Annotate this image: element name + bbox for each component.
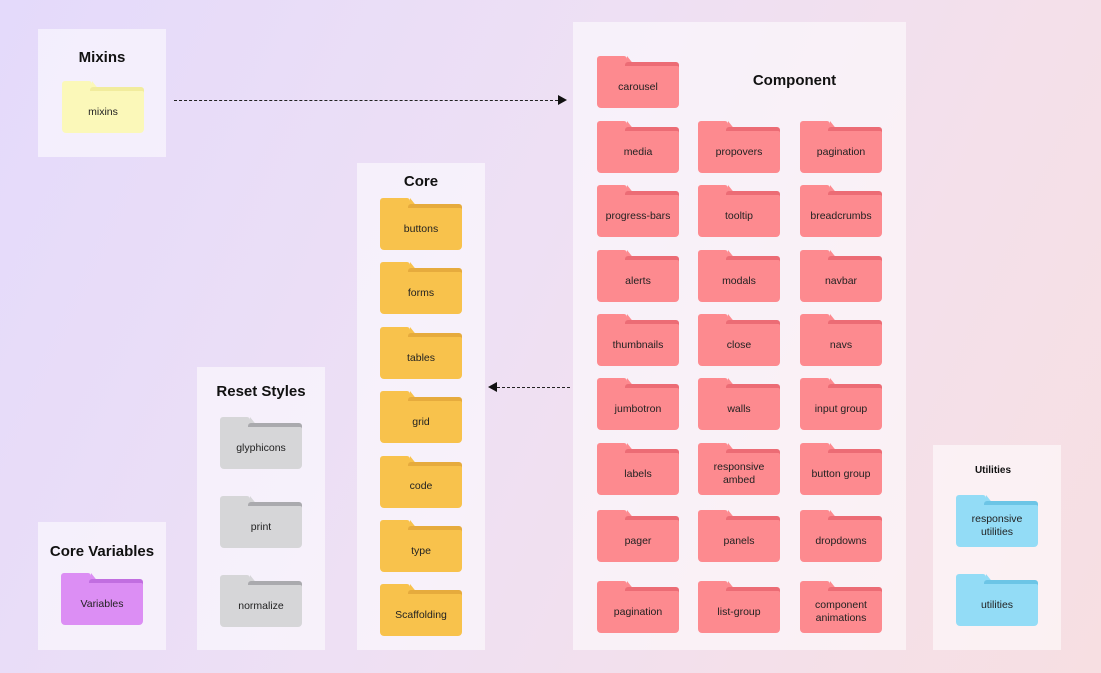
folder-variables[interactable]: Variables — [61, 573, 143, 625]
folder-label: carousel — [597, 66, 679, 108]
folder-navbar[interactable]: navbar — [800, 250, 882, 302]
utilities-panel: Utilities responsive utilities utilities — [933, 445, 1061, 650]
folder-propovers[interactable]: propovers — [698, 121, 780, 173]
folder-progress-bars[interactable]: progress-bars — [597, 185, 679, 237]
arrow-mixins-to-component — [174, 100, 558, 101]
folder-label: progress-bars — [597, 195, 679, 237]
folder-input-group[interactable]: input group — [800, 378, 882, 430]
folder-list-group[interactable]: list-group — [698, 581, 780, 633]
folder-pagination[interactable]: pagination — [800, 121, 882, 173]
folder-dropdowns[interactable]: dropdowns — [800, 510, 882, 562]
folder-label: tables — [380, 336, 462, 379]
folder-responsive-ambed[interactable]: responsive ambed — [698, 443, 780, 495]
folder-label: jumbotron — [597, 388, 679, 430]
folder-label: labels — [597, 453, 679, 495]
folder-label: pagination — [800, 131, 882, 173]
folder-tables[interactable]: tables — [380, 326, 462, 379]
folder-label: walls — [698, 388, 780, 430]
folder-tooltip[interactable]: tooltip — [698, 185, 780, 237]
folder-label: propovers — [698, 131, 780, 173]
folder-label: input group — [800, 388, 882, 430]
core-panel: Core buttons forms tables grid code type Scaff… — [357, 163, 485, 650]
folder-alerts[interactable]: alerts — [597, 250, 679, 302]
folder-navs[interactable]: navs — [800, 314, 882, 366]
folder-label: buttons — [380, 208, 462, 250]
component-panel: Component carousel media propovers paginati… — [573, 22, 906, 650]
folder-type[interactable]: type — [380, 520, 462, 572]
folder-component-animations[interactable]: component animations — [800, 581, 882, 633]
folder-label: dropdowns — [800, 520, 882, 562]
folder-label: panels — [698, 520, 780, 562]
folder-carousel[interactable]: carousel — [597, 56, 679, 108]
folder-label: print — [220, 506, 302, 548]
folder-scaffolding[interactable]: Scaffolding — [380, 584, 462, 637]
folder-label: list-group — [698, 591, 780, 633]
folder-label: close — [698, 324, 780, 366]
folder-walls[interactable]: walls — [698, 378, 780, 430]
folder-label: mixins — [62, 91, 144, 133]
folder-label: responsive utilities — [956, 505, 1038, 547]
folder-label: pagination — [597, 591, 679, 633]
utilities-title: Utilities — [974, 465, 1012, 476]
folder-media[interactable]: media — [597, 121, 679, 173]
folder-labels[interactable]: labels — [597, 443, 679, 495]
folder-label: media — [597, 131, 679, 173]
arrowhead-left-icon — [488, 382, 497, 392]
arrow-component-to-core — [497, 387, 570, 388]
folder-thumbnails[interactable]: thumbnails — [597, 314, 679, 366]
folder-label: tooltip — [698, 195, 780, 237]
folder-utilities[interactable]: utilities — [956, 574, 1038, 626]
folder-label: normalize — [220, 585, 302, 627]
folder-panels[interactable]: panels — [698, 510, 780, 562]
folder-label: Variables — [61, 583, 143, 625]
core-variables-panel: Core Variables Variables — [38, 522, 166, 650]
folder-pager[interactable]: pager — [597, 510, 679, 562]
folder-print[interactable]: print — [220, 496, 302, 548]
folder-mixins[interactable]: mixins — [62, 81, 144, 133]
folder-label: forms — [380, 272, 462, 315]
folder-close[interactable]: close — [698, 314, 780, 366]
folder-normalize[interactable]: normalize — [220, 575, 302, 627]
folder-label: button group — [800, 453, 882, 495]
folder-glyphicons[interactable]: glyphicons — [220, 417, 302, 469]
folder-label: pager — [597, 520, 679, 562]
folder-label: alerts — [597, 260, 679, 302]
folder-pagination[interactable]: pagination — [597, 581, 679, 633]
folder-label: glyphicons — [220, 427, 302, 469]
folder-modals[interactable]: modals — [698, 250, 780, 302]
core-variables-title: Core Variables — [49, 543, 155, 560]
component-title: Component — [752, 72, 837, 89]
folder-label: modals — [698, 260, 780, 302]
folder-code[interactable]: code — [380, 455, 462, 508]
folder-breadcrumbs[interactable]: breadcrumbs — [800, 185, 882, 237]
folder-label: responsive ambed — [698, 453, 780, 495]
reset-styles-title: Reset Styles — [216, 383, 306, 400]
folder-responsive-utilities[interactable]: responsive utilities — [956, 495, 1038, 547]
reset-styles-panel: Reset Styles glyphicons print normalize — [197, 367, 325, 650]
core-title: Core — [403, 173, 439, 190]
mixins-panel: Mixins mixins — [38, 29, 166, 157]
folder-label: thumbnails — [597, 324, 679, 366]
folder-jumbotron[interactable]: jumbotron — [597, 378, 679, 430]
folder-label: code — [380, 465, 462, 508]
folder-grid[interactable]: grid — [380, 391, 462, 444]
folder-label: navs — [800, 324, 882, 366]
arrowhead-right-icon — [558, 95, 567, 105]
folder-buttons[interactable]: buttons — [380, 198, 462, 250]
folder-label: utilities — [956, 584, 1038, 626]
folder-label: navbar — [800, 260, 882, 302]
folder-label: breadcrumbs — [800, 195, 882, 237]
folder-forms[interactable]: forms — [380, 262, 462, 315]
folder-label: component animations — [800, 591, 882, 633]
folder-button-group[interactable]: button group — [800, 443, 882, 495]
folder-label: grid — [380, 401, 462, 444]
mixins-title: Mixins — [78, 49, 126, 66]
folder-label: Scaffolding — [380, 594, 462, 637]
folder-label: type — [380, 530, 462, 572]
